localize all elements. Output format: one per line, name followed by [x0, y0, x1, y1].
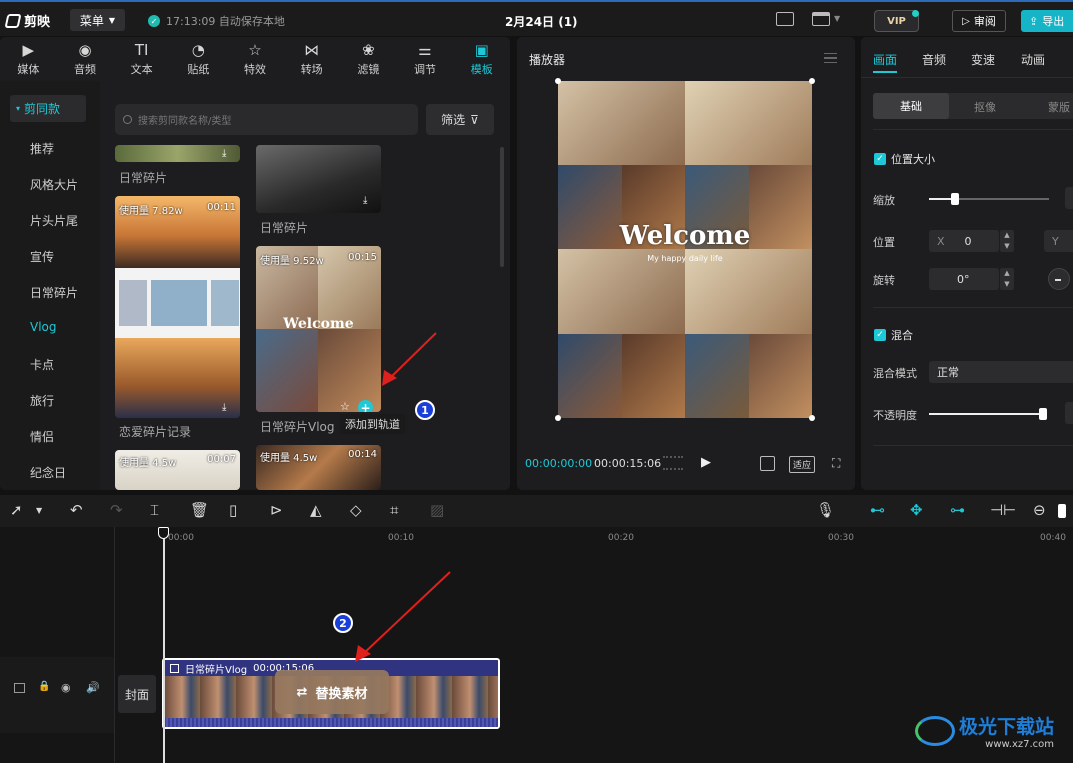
- annotation-arrow-2: [361, 571, 451, 656]
- watermark-logo-icon: [915, 716, 955, 746]
- annotation-arrow-1: [387, 332, 437, 381]
- watermark-text: 极光下载站: [959, 716, 1055, 738]
- watermark: 极光下载站 www.xz7.com: [915, 712, 1054, 750]
- watermark-url: www.xz7.com: [985, 739, 1055, 750]
- annotation-arrows: [355, 332, 451, 662]
